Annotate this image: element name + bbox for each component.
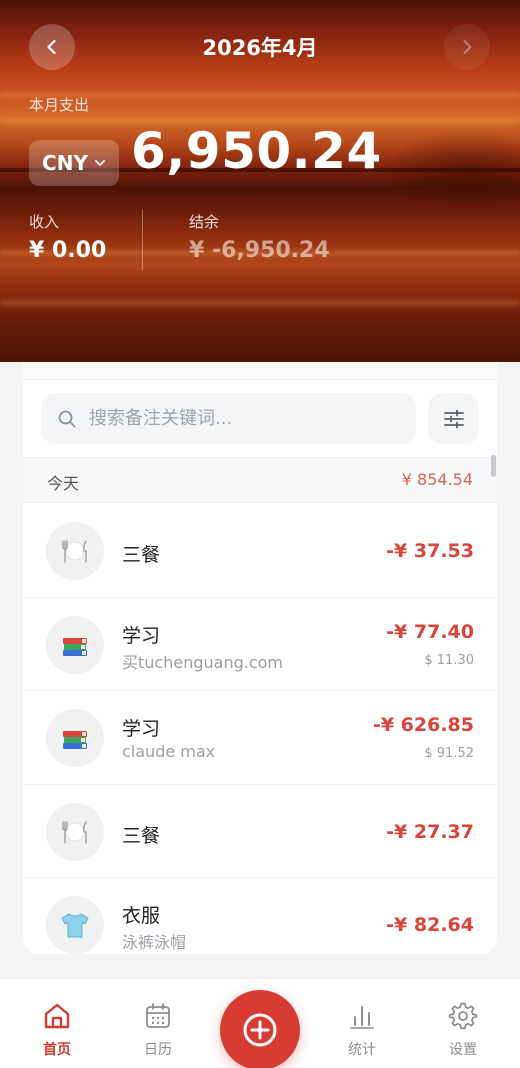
summary-divider <box>142 210 143 270</box>
utensils-icon <box>62 820 87 844</box>
transaction-amount: -¥ 82.64 <box>386 914 474 936</box>
balance-value: ¥ -6,950.24 <box>189 238 330 263</box>
bar-chart-icon <box>350 1006 374 1029</box>
transaction-amount: -¥ 626.85 <box>372 714 474 736</box>
scrollbar[interactable] <box>491 455 496 477</box>
transaction-row[interactable]: 三餐 -¥ 27.37 <box>23 785 497 878</box>
transaction-note: 买tuchenguang.com <box>122 652 283 672</box>
add-transaction-button[interactable] <box>220 990 300 1068</box>
day-total: ¥ 854.54 <box>401 470 473 489</box>
transaction-row[interactable]: 三餐 -¥ 37.53 <box>23 504 497 598</box>
nav-home-label: 首页 <box>43 1042 71 1058</box>
expense-total: 6,950.24 <box>131 122 382 180</box>
nav-stats-label: 统计 <box>348 1042 376 1058</box>
income-value: ¥ 0.00 <box>29 238 107 263</box>
chevron-down-icon <box>95 160 105 166</box>
transaction-amount: -¥ 77.40 <box>386 620 474 643</box>
currency-code: CNY <box>42 151 88 175</box>
nav-calendar-label: 日历 <box>144 1042 172 1058</box>
wave-streak <box>0 300 520 306</box>
transaction-note: 泳裤泳帽 <box>122 933 187 952</box>
books-icon <box>63 637 87 656</box>
category-icon-wrap <box>46 522 104 580</box>
tshirt-icon <box>61 913 89 938</box>
next-month-button[interactable] <box>444 24 490 70</box>
nav-settings-label: 设置 <box>449 1042 477 1058</box>
sliders-icon <box>443 409 464 428</box>
transaction-row[interactable]: 学习 买tuchenguang.com -¥ 77.40 $ 11.30 <box>23 598 497 691</box>
transactions-card: 今天 ¥ 854.54 三餐 -¥ 37.53 <box>23 362 497 954</box>
filter-button[interactable] <box>428 393 479 444</box>
transaction-usd-amount: $ 91.52 <box>424 746 474 761</box>
transaction-amount: -¥ 37.53 <box>386 540 474 562</box>
month-title: 2026年4月 <box>202 36 318 60</box>
search-input[interactable] <box>89 408 389 429</box>
search-box[interactable] <box>41 393 416 444</box>
expense-label: 本月支出 <box>29 96 90 114</box>
transaction-usd-amount: $ 11.30 <box>424 652 474 668</box>
search-icon <box>58 410 76 427</box>
transaction-category: 学习 <box>122 624 161 647</box>
category-icon-wrap <box>46 709 104 767</box>
category-icon-wrap <box>46 802 104 861</box>
transaction-category: 衣服 <box>122 905 161 927</box>
transaction-category: 三餐 <box>122 824 161 847</box>
books-icon <box>63 731 87 749</box>
home-icon <box>44 1003 70 1029</box>
utensils-icon <box>62 540 87 563</box>
day-group-header: 今天 ¥ 854.54 <box>23 457 497 503</box>
transaction-note: claude max <box>122 742 216 761</box>
nav-calendar[interactable]: 日历 <box>118 1001 198 1059</box>
day-label: 今天 <box>47 474 80 493</box>
chevron-right-icon <box>463 39 472 55</box>
transaction-category: 三餐 <box>122 544 161 566</box>
header-banner: 2026年4月 本月支出 CNY 6,950.24 收入 ¥ 0.00 结余 ¥… <box>0 0 520 362</box>
transaction-category: 学习 <box>122 718 161 740</box>
nav-stats[interactable]: 统计 <box>322 1001 402 1059</box>
transaction-row[interactable]: 衣服 泳裤泳帽 -¥ 82.64 <box>23 878 497 954</box>
card-top-band <box>23 362 497 380</box>
calendar-icon <box>146 1003 170 1028</box>
balance-label: 结余 <box>189 213 220 231</box>
transaction-amount: -¥ 27.37 <box>386 820 474 843</box>
income-label: 收入 <box>29 213 60 231</box>
transaction-list: 三餐 -¥ 37.53 学习 买tuchenguang.com -¥ 77.40… <box>23 504 497 954</box>
nav-home[interactable]: 首页 <box>17 1001 97 1059</box>
plus-circle-icon <box>243 1013 277 1047</box>
category-icon-wrap <box>46 615 104 674</box>
gear-icon <box>448 1002 478 1030</box>
currency-selector[interactable]: CNY <box>29 140 119 186</box>
category-icon-wrap <box>46 896 104 954</box>
transaction-row[interactable]: 学习 claude max -¥ 626.85 $ 91.52 <box>23 691 497 785</box>
nav-settings[interactable]: 设置 <box>423 1001 503 1059</box>
